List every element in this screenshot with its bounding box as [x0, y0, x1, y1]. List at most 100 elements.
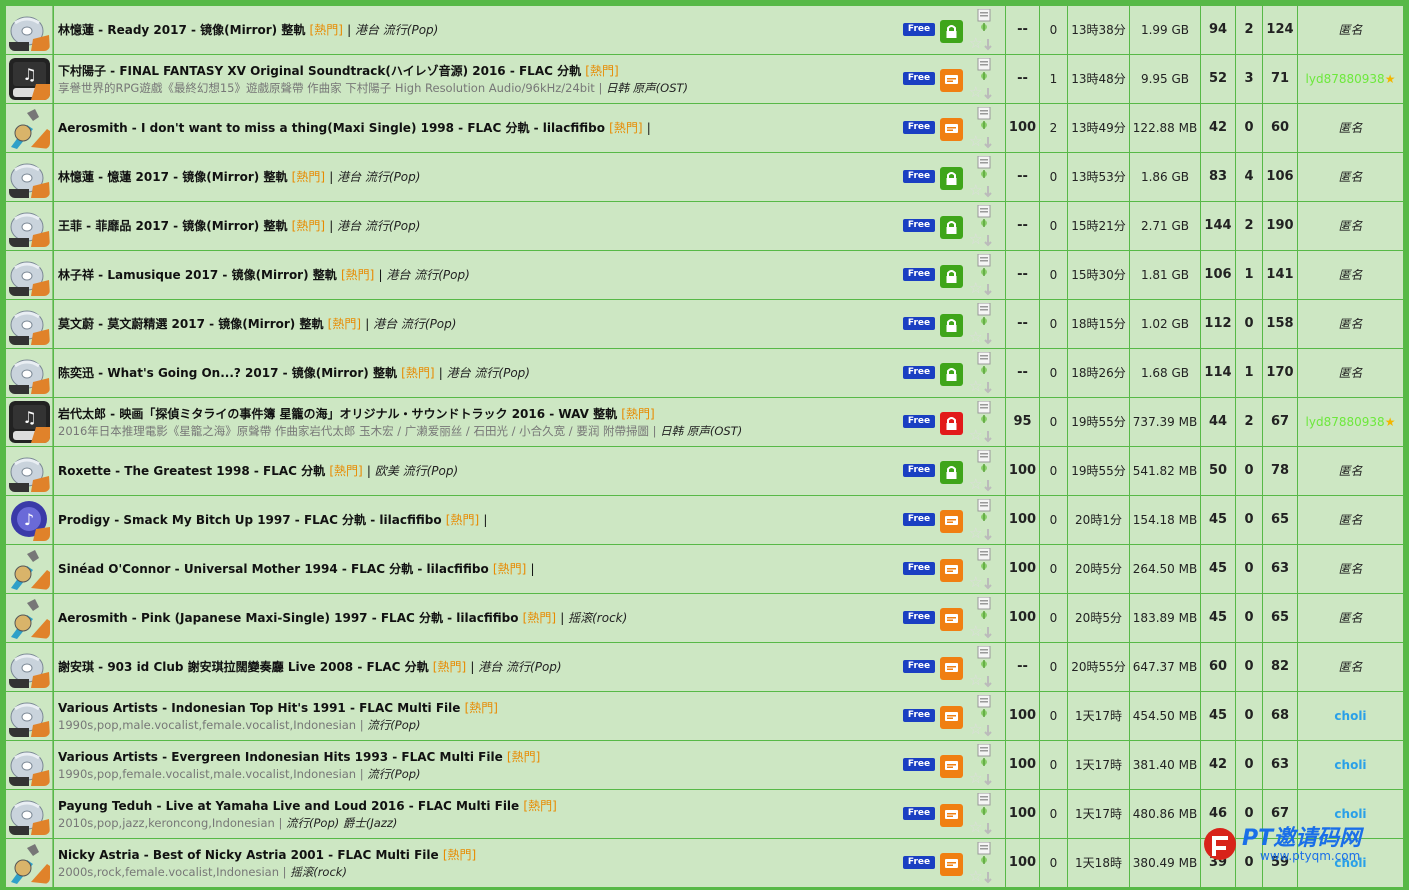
music-category-icon[interactable]: ♫ — [9, 401, 50, 443]
torrent-title-link[interactable]: 林子祥 - Lamusique 2017 - 镜像(Mirror) 整軌 — [58, 268, 337, 282]
comment-icon[interactable] — [940, 510, 963, 533]
uploader-name[interactable]: lyd87880938 — [1306, 415, 1385, 429]
action-icons[interactable]: ☆ — [966, 596, 1002, 641]
comment-icon[interactable] — [940, 755, 963, 778]
cd-category-icon[interactable] — [9, 9, 50, 51]
uploader-name[interactable]: 匿名 — [1338, 611, 1362, 625]
seeders-count[interactable]: 144 — [1201, 202, 1235, 250]
category-icon-cell[interactable]: ♫ — [6, 55, 53, 103]
comments-count[interactable]: 0 — [1040, 398, 1067, 446]
completed-count[interactable]: 67 — [1263, 398, 1297, 446]
completed-count[interactable]: 65 — [1263, 594, 1297, 642]
category-icon-cell[interactable] — [6, 202, 53, 250]
completed-count[interactable]: 68 — [1263, 692, 1297, 740]
seeders-count[interactable]: 44 — [1201, 398, 1235, 446]
action-icons[interactable]: ☆ — [966, 449, 1002, 494]
comments-count[interactable]: 0 — [1040, 349, 1067, 397]
seeders-count[interactable]: 42 — [1201, 741, 1235, 789]
uploader-cell[interactable]: 匿名 — [1298, 6, 1403, 54]
comment-icon[interactable] — [940, 853, 963, 876]
cd-category-icon[interactable] — [9, 303, 50, 345]
category-icon-cell[interactable] — [6, 300, 53, 348]
comments-count[interactable]: 0 — [1040, 790, 1067, 838]
comments-count[interactable]: 2 — [1040, 104, 1067, 152]
seeders-count[interactable]: 83 — [1201, 153, 1235, 201]
torrent-title-link[interactable]: Sinéad O'Connor - Universal Mother 1994 … — [58, 562, 489, 576]
comments-count[interactable]: 0 — [1040, 251, 1067, 299]
category-icon-cell[interactable] — [6, 153, 53, 201]
category-icon-cell[interactable] — [6, 594, 53, 642]
torrent-title-link[interactable]: 岩代太郎 - 映画「探偵ミタライの事件簿 星籠の海」オリジナル・サウンドトラック… — [58, 407, 617, 421]
category-label[interactable]: 流行(Pop) — [367, 718, 420, 732]
action-icons[interactable]: ☆ — [966, 694, 1002, 739]
leechers-count[interactable]: 3 — [1236, 55, 1262, 103]
cd-category-icon[interactable] — [9, 695, 50, 737]
completed-count[interactable]: 82 — [1263, 643, 1297, 691]
lock-icon[interactable] — [940, 216, 963, 239]
uploader-cell[interactable]: lyd87880938★ — [1298, 55, 1403, 103]
comments-count[interactable]: 0 — [1040, 545, 1067, 593]
category-label[interactable]: 日韩 原声(OST) — [606, 81, 688, 95]
category-icon-cell[interactable] — [6, 643, 53, 691]
action-icons[interactable]: ☆ — [966, 547, 1002, 592]
lock-icon[interactable] — [940, 412, 963, 435]
comment-icon[interactable] — [940, 804, 963, 827]
category-icon-cell[interactable] — [6, 790, 53, 838]
uploader-cell[interactable]: 匿名 — [1298, 104, 1403, 152]
action-icons[interactable]: ☆ — [966, 498, 1002, 543]
category-icon-cell[interactable] — [6, 692, 53, 740]
uploader-name[interactable]: 匿名 — [1338, 170, 1362, 184]
leechers-count[interactable]: 0 — [1236, 104, 1262, 152]
lock-icon[interactable] — [940, 20, 963, 43]
seeders-count[interactable]: 52 — [1201, 55, 1235, 103]
torrent-title-link[interactable]: Nicky Astria - Best of Nicky Astria 2001… — [58, 848, 439, 862]
cd-category-icon[interactable] — [9, 205, 50, 247]
seeders-count[interactable]: 42 — [1201, 104, 1235, 152]
torrent-title-link[interactable]: 陈奕迅 - What's Going On...? 2017 - 镜像(Mirr… — [58, 366, 397, 380]
uploader-name[interactable]: 匿名 — [1338, 513, 1362, 527]
torrent-title-link[interactable]: Roxette - The Greatest 1998 - FLAC 分軌 — [58, 464, 325, 478]
cd-category-icon[interactable] — [9, 450, 50, 492]
torrent-title-link[interactable]: Aerosmith - I don't want to miss a thing… — [58, 121, 605, 135]
seeders-count[interactable]: 45 — [1201, 594, 1235, 642]
leechers-count[interactable]: 2 — [1236, 6, 1262, 54]
uploader-cell[interactable]: 匿名 — [1298, 153, 1403, 201]
completed-count[interactable]: 106 — [1263, 153, 1297, 201]
comments-count[interactable]: 0 — [1040, 741, 1067, 789]
uploader-cell[interactable]: 匿名 — [1298, 496, 1403, 544]
uploader-cell[interactable]: choli — [1298, 741, 1403, 789]
leechers-count[interactable]: 0 — [1236, 496, 1262, 544]
uploader-name[interactable]: lyd87880938 — [1306, 72, 1385, 86]
completed-count[interactable]: 60 — [1263, 104, 1297, 152]
category-label[interactable]: 港台 流行(Pop) — [478, 660, 561, 674]
completed-count[interactable]: 190 — [1263, 202, 1297, 250]
comments-count[interactable]: 0 — [1040, 692, 1067, 740]
category-icon-cell[interactable]: ♪ — [6, 496, 53, 544]
leechers-count[interactable]: 4 — [1236, 153, 1262, 201]
comments-count[interactable]: 0 — [1040, 153, 1067, 201]
cd-category-icon[interactable] — [9, 793, 50, 835]
music-category-icon[interactable]: ♫ — [9, 58, 50, 100]
cd-category-icon[interactable] — [9, 646, 50, 688]
leechers-count[interactable]: 0 — [1236, 594, 1262, 642]
torrent-title-link[interactable]: 林憶蓮 - Ready 2017 - 镜像(Mirror) 整軌 — [58, 23, 305, 37]
category-icon-cell[interactable] — [6, 839, 53, 887]
comments-count[interactable]: 1 — [1040, 55, 1067, 103]
comment-icon[interactable] — [940, 706, 963, 729]
lock-icon[interactable] — [940, 461, 963, 484]
action-icons[interactable]: ☆ — [966, 645, 1002, 690]
uploader-name[interactable]: 匿名 — [1338, 317, 1362, 331]
action-icons[interactable]: ☆ — [966, 792, 1002, 837]
category-label[interactable]: 日韩 原声(OST) — [660, 424, 742, 438]
action-icons[interactable]: ☆ — [966, 400, 1002, 445]
completed-count[interactable]: 158 — [1263, 300, 1297, 348]
guitar-category-icon[interactable] — [9, 842, 50, 884]
seeders-count[interactable]: 60 — [1201, 643, 1235, 691]
torrent-title-link[interactable]: Prodigy - Smack My Bitch Up 1997 - FLAC … — [58, 513, 442, 527]
category-label[interactable]: 港台 流行(Pop) — [386, 268, 469, 282]
uploader-name[interactable]: 匿名 — [1338, 268, 1362, 282]
leechers-count[interactable]: 2 — [1236, 202, 1262, 250]
completed-count[interactable]: 170 — [1263, 349, 1297, 397]
category-label[interactable]: 摇滚(rock) — [568, 611, 627, 625]
uploader-name[interactable]: choli — [1334, 709, 1366, 723]
